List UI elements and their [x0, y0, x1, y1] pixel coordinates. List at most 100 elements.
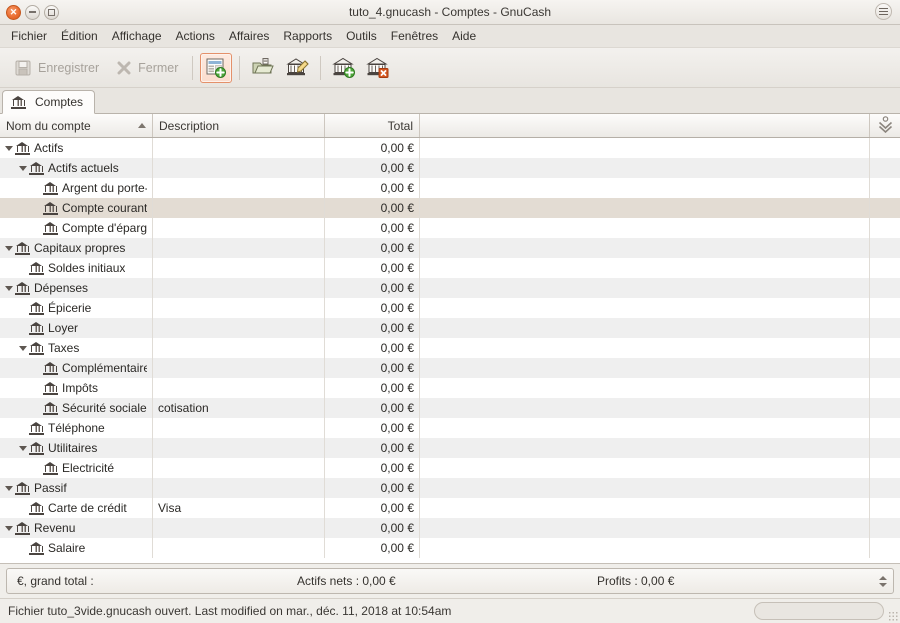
menu-outils[interactable]: Outils [339, 27, 384, 45]
table-row[interactable]: Dépenses0,00 € [0, 278, 900, 298]
cell-account-name: Actifs actuels [0, 158, 153, 178]
new-account-button[interactable] [328, 53, 360, 83]
menu-rapports[interactable]: Rapports [276, 27, 339, 45]
tab-comptes-label: Comptes [35, 95, 83, 109]
tab-comptes[interactable]: Comptes [2, 90, 95, 114]
cell-account-name: Compte d'épargne [0, 218, 153, 238]
cell-description [153, 158, 325, 178]
cell-total: 0,00 € [325, 218, 420, 238]
expander-triangle-icon[interactable] [16, 446, 29, 451]
table-row[interactable]: Compte courant0,00 € [0, 198, 900, 218]
column-header-name[interactable]: Nom du compte [0, 114, 153, 137]
table-row[interactable]: Impôts0,00 € [0, 378, 900, 398]
table-row[interactable]: Actifs 0,00 € [0, 138, 900, 158]
column-header-description-label: Description [159, 119, 219, 133]
cell-total: 0,00 € [325, 298, 420, 318]
account-name-label: Complémentaire m [62, 361, 147, 375]
open-folder-icon [251, 56, 275, 80]
expander-triangle-icon[interactable] [2, 286, 15, 291]
table-row[interactable]: Argent du porte-mo0,00 € [0, 178, 900, 198]
table-row[interactable]: Electricité0,00 € [0, 458, 900, 478]
tabstrip: Comptes [0, 88, 900, 114]
cell-total: 0,00 € [325, 178, 420, 198]
cell-filler [420, 538, 870, 558]
table-row[interactable]: Compte d'épargne 0,00 € [0, 218, 900, 238]
minimize-icon [29, 11, 36, 13]
cell-account-name: Electricité [0, 458, 153, 478]
cell-description [153, 138, 325, 158]
column-header-total[interactable]: Total [325, 114, 420, 137]
menu-affichage[interactable]: Affichage [105, 27, 169, 45]
edit-account-button[interactable] [281, 53, 313, 83]
cell-account-name: Épicerie [0, 298, 153, 318]
delete-account-button[interactable] [362, 53, 394, 83]
summary-spinner[interactable] [879, 576, 887, 587]
table-row[interactable]: Soldes initiaux0,00 € [0, 258, 900, 278]
bank-icon [15, 522, 30, 535]
expander-triangle-icon[interactable] [16, 346, 29, 351]
window-minimize-button[interactable] [25, 5, 40, 20]
expander-triangle-icon[interactable] [2, 246, 15, 251]
table-row[interactable]: Sécurité socialecotisation0,00 € [0, 398, 900, 418]
cell-total: 0,00 € [325, 158, 420, 178]
cell-options [870, 158, 900, 178]
expander-triangle-icon[interactable] [16, 166, 29, 171]
table-row[interactable]: Actifs actuels 0,00 € [0, 158, 900, 178]
cell-options [870, 498, 900, 518]
menu-affaires[interactable]: Affaires [222, 27, 276, 45]
resize-grip[interactable] [888, 611, 898, 621]
cell-filler [420, 478, 870, 498]
table-row[interactable]: Taxes0,00 € [0, 338, 900, 358]
window-close-button[interactable]: ✕ [6, 5, 21, 20]
table-row[interactable]: Complémentaire m0,00 € [0, 358, 900, 378]
account-name-label: Revenu [34, 521, 75, 535]
menu-fichier[interactable]: Fichier [4, 27, 54, 45]
spinner-up-icon[interactable] [879, 576, 887, 580]
cell-total: 0,00 € [325, 438, 420, 458]
delete-account-icon [366, 56, 390, 80]
account-name-label: Compte d'épargne [62, 221, 147, 235]
table-row[interactable]: Revenu0,00 € [0, 518, 900, 538]
new-file-button[interactable] [200, 53, 232, 83]
table-row[interactable]: Loyer0,00 € [0, 318, 900, 338]
table-row[interactable]: Téléphone0,00 € [0, 418, 900, 438]
table-row[interactable]: Épicerie 0,00 € [0, 298, 900, 318]
open-file-button[interactable] [247, 53, 279, 83]
table-row[interactable]: Utilitaires0,00 € [0, 438, 900, 458]
tree-rows: Actifs0,00 €Actifs actuels0,00 €Argent d… [0, 138, 900, 563]
expander-triangle-icon[interactable] [2, 146, 15, 151]
spinner-down-icon[interactable] [879, 583, 887, 587]
bank-icon [29, 302, 44, 315]
table-row[interactable]: Salaire0,00 € [0, 538, 900, 558]
bank-icon [15, 282, 30, 295]
cell-total: 0,00 € [325, 138, 420, 158]
cell-account-name: Taxes [0, 338, 153, 358]
cell-description [153, 258, 325, 278]
triangle-down-icon [5, 246, 13, 251]
save-button[interactable]: Enregistrer [6, 54, 106, 82]
window-menu-icon[interactable] [875, 3, 892, 20]
menu-edition[interactable]: Édition [54, 27, 105, 45]
cell-total: 0,00 € [325, 538, 420, 558]
cell-filler [420, 198, 870, 218]
cell-options [870, 438, 900, 458]
menu-actions[interactable]: Actions [169, 27, 222, 45]
expander-triangle-icon[interactable] [2, 486, 15, 491]
menu-aide[interactable]: Aide [445, 27, 483, 45]
account-name-label: Actifs [34, 141, 63, 155]
column-header-description[interactable]: Description [153, 114, 325, 137]
table-row[interactable]: Passif0,00 € [0, 478, 900, 498]
table-row[interactable]: Capitaux propres0,00 € [0, 238, 900, 258]
table-row[interactable]: Carte de créditVisa0,00 € [0, 498, 900, 518]
new-account-icon [332, 56, 356, 80]
toolbar: Enregistrer Fermer [0, 48, 900, 88]
close-tab-button[interactable]: Fermer [108, 55, 185, 81]
summary-bar[interactable]: €, grand total : Actifs nets : 0,00 € Pr… [6, 568, 894, 594]
tree-header: Nom du compte Description Total [0, 114, 900, 138]
menu-fenetres[interactable]: Fenêtres [384, 27, 445, 45]
window-maximize-button[interactable] [44, 5, 59, 20]
cell-account-name: Sécurité sociale [0, 398, 153, 418]
cell-total: 0,00 € [325, 238, 420, 258]
column-options-button[interactable] [870, 114, 900, 137]
expander-triangle-icon[interactable] [2, 526, 15, 531]
